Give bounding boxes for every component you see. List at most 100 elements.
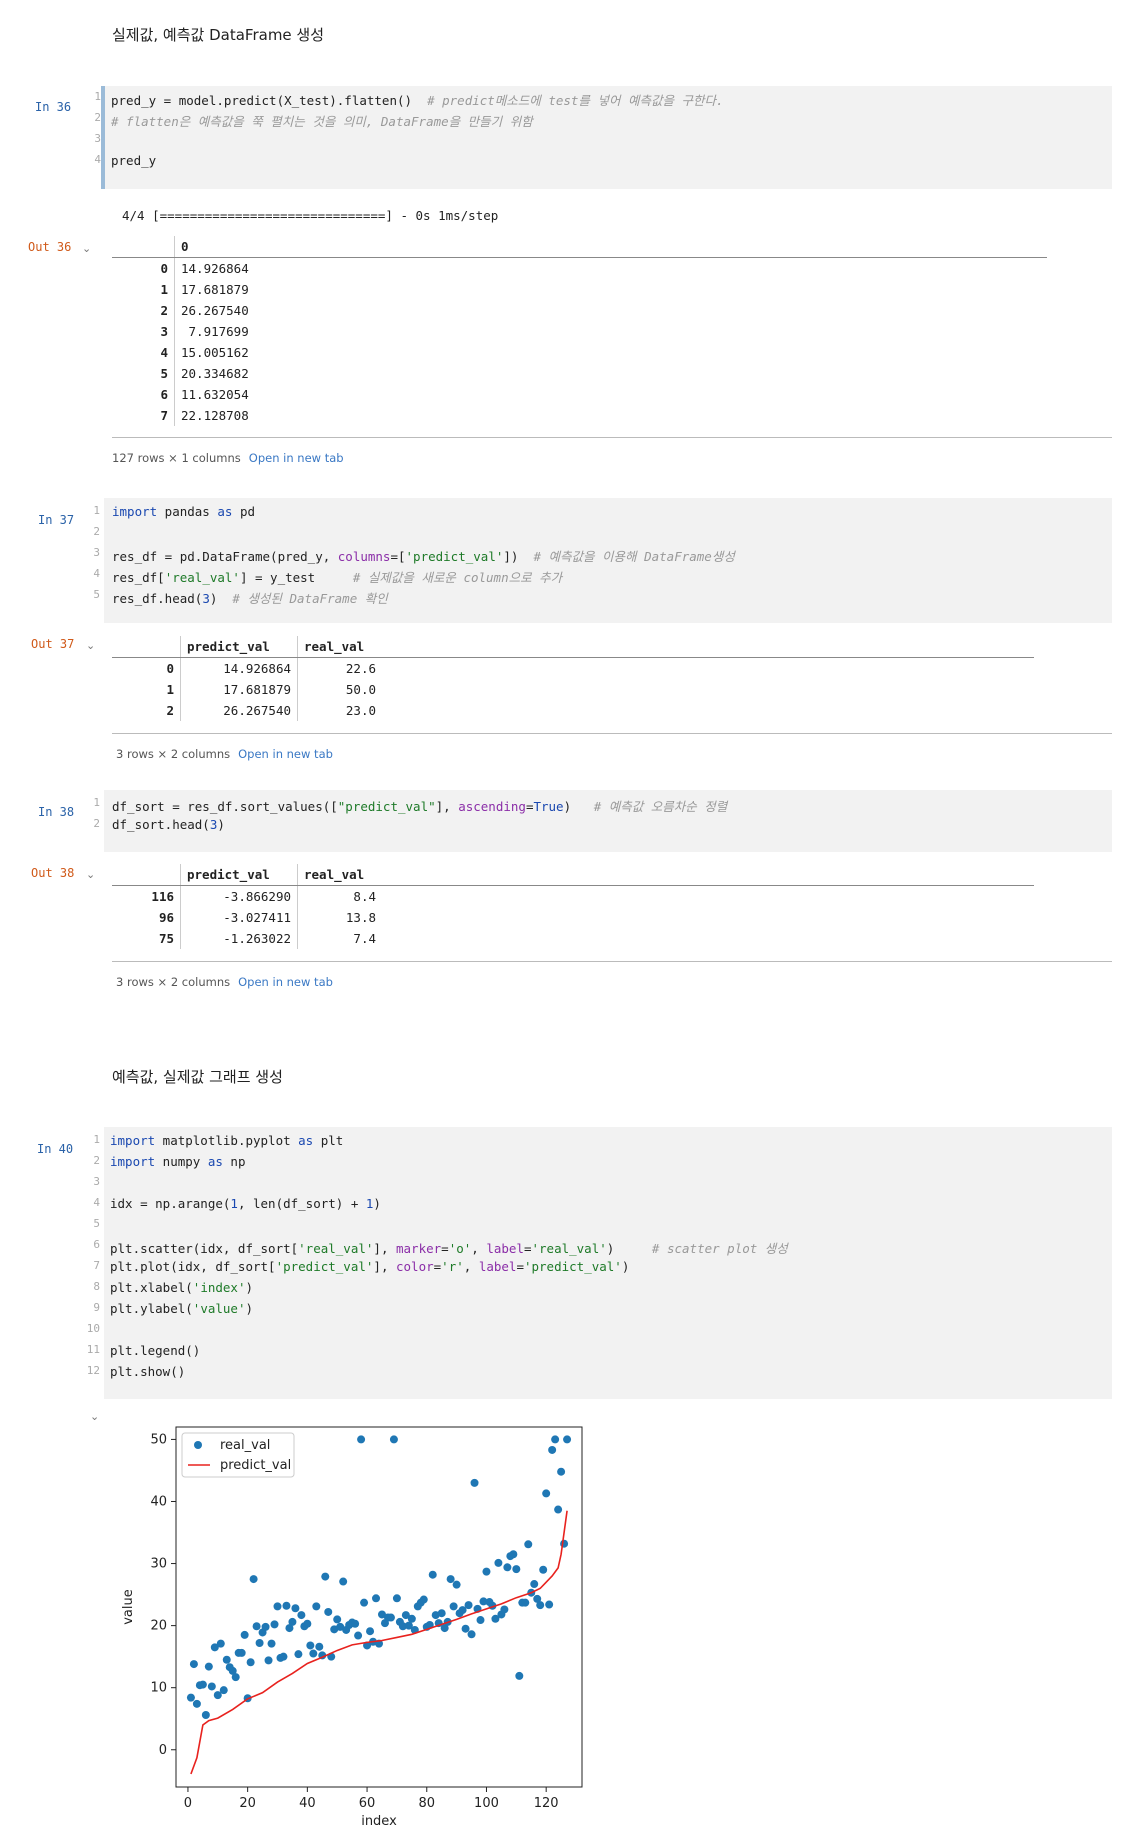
data-point (252, 1622, 261, 1631)
table-row: 1 17.681879 50.0 (112, 679, 1034, 700)
table-row: 2 26.267540 (112, 300, 1047, 321)
row-index: 4 (112, 342, 175, 363)
collapse-chevron-icon[interactable]: ⌄ (86, 868, 95, 881)
table-row: 7 22.128708 (112, 405, 1047, 426)
data-point (249, 1575, 258, 1584)
row-index: 0 (112, 257, 175, 279)
data-point (207, 1682, 216, 1691)
data-point (264, 1656, 273, 1665)
code-cell-40[interactable]: 1 2 3 4 5 6 7 8 9 10 11 12 import matplo… (87, 1127, 1112, 1399)
row-index: 3 (112, 321, 175, 342)
cell-value: 22.128708 (181, 408, 249, 423)
cell-out-prompt-38: Out 38 (31, 866, 75, 880)
data-point (354, 1631, 363, 1640)
collapse-chevron-icon[interactable]: ⌄ (86, 639, 95, 652)
cell-in-prompt-37: In 37 (38, 513, 75, 527)
data-point (470, 1478, 479, 1487)
code-line: res_df = pd.DataFrame(pred_y, columns=['… (112, 549, 735, 564)
cell-value: -1.263022 (180, 928, 298, 949)
data-point (294, 1650, 303, 1659)
row-index: 96 (112, 907, 181, 928)
table-row: 75 -1.263022 7.4 (112, 928, 1034, 949)
data-point (521, 1598, 530, 1607)
x-tick-label: 60 (359, 1796, 376, 1811)
row-index: 5 (112, 363, 175, 384)
open-in-new-tab-link[interactable]: Open in new tab (238, 975, 333, 989)
y-tick-label: 30 (150, 1557, 167, 1572)
table-row: 6 11.632054 (112, 384, 1047, 405)
table-footer-38: 3 rows × 2 columns Open in new tab (116, 975, 333, 989)
legend-label-predict: predict_val (220, 1458, 291, 1473)
data-point (509, 1550, 518, 1559)
data-point (312, 1602, 321, 1611)
code-line: plt.ylabel('value') (110, 1301, 254, 1316)
data-point (530, 1580, 539, 1589)
cell-value: 50.0 (345, 682, 376, 697)
collapse-chevron-icon[interactable]: ⌄ (90, 1410, 99, 1423)
y-tick-label: 20 (150, 1619, 167, 1634)
column-header: predict_val (180, 636, 298, 658)
data-point (389, 1435, 398, 1444)
data-point (237, 1648, 246, 1657)
code-line: idx = np.arange(1, len(df_sort) + 1) (110, 1196, 381, 1211)
row-index: 7 (112, 405, 175, 426)
data-point (216, 1639, 225, 1648)
data-point (464, 1601, 473, 1610)
code-cell-36[interactable]: 1 2 3 4 pred_y = model.predict(X_test).f… (94, 86, 1112, 189)
cell-out-prompt-36: Out 36 (28, 240, 72, 254)
data-point (557, 1467, 566, 1476)
code-line: plt.legend() (110, 1343, 201, 1358)
code-line: pred_y = model.predict(X_test).flatten()… (111, 93, 724, 108)
open-in-new-tab-link[interactable]: Open in new tab (238, 747, 333, 761)
data-point (288, 1617, 297, 1626)
data-point (536, 1601, 545, 1610)
x-tick-label: 100 (474, 1796, 499, 1811)
cell-value: 11.632054 (181, 387, 249, 402)
code-cell-37[interactable]: 1 2 3 4 5 import pandas as pd res_df = p… (93, 498, 1112, 623)
data-point (419, 1595, 428, 1604)
x-tick-label: 40 (299, 1796, 316, 1811)
open-in-new-tab-link[interactable]: Open in new tab (249, 451, 344, 465)
data-point (219, 1686, 228, 1695)
table-row: 116 -3.866290 8.4 (112, 885, 1034, 907)
data-point (512, 1565, 521, 1574)
data-point (204, 1662, 213, 1671)
row-index: 1 (112, 679, 181, 700)
markdown-heading-1: 실제값, 예측값 DataFrame 생성 (112, 26, 325, 44)
data-point (240, 1630, 249, 1639)
code-cell-38[interactable]: 1 2 df_sort = res_df.sort_values(["predi… (93, 790, 1112, 852)
scatter-line-chart: 0 20 40 60 80 100 120 0 10 20 30 40 50 index value real… (121, 1426, 583, 1825)
data-point (366, 1627, 375, 1636)
progress-output: 4/4 [==============================] - 0… (122, 208, 499, 223)
data-point (524, 1540, 533, 1549)
cell-value: -3.027411 (180, 907, 298, 928)
collapse-chevron-icon[interactable]: ⌄ (82, 242, 91, 255)
cell-in-prompt-36: In 36 (35, 100, 72, 114)
cell-in-prompt-38: In 38 (38, 805, 75, 819)
row-index: 116 (112, 885, 181, 907)
data-point (539, 1565, 548, 1574)
data-point (306, 1641, 315, 1650)
cell-value: 22.6 (345, 661, 376, 676)
data-point (386, 1613, 395, 1622)
row-index: 6 (112, 384, 175, 405)
data-point (500, 1605, 509, 1614)
table-row: 0 14.926864 22.6 (112, 657, 1034, 679)
code-line: df_sort.head(3) (112, 817, 225, 832)
x-tick-label: 120 (534, 1796, 559, 1811)
y-tick-label: 10 (150, 1681, 167, 1696)
code-line: plt.show() (110, 1364, 186, 1379)
data-point (452, 1580, 461, 1589)
column-header: predict_val (180, 864, 298, 886)
row-index: 2 (112, 700, 181, 721)
data-point (563, 1435, 572, 1444)
data-point (198, 1680, 207, 1689)
table-row: 4 15.005162 (112, 342, 1047, 363)
data-point (545, 1600, 554, 1609)
legend-marker-real (194, 1441, 202, 1449)
data-point (291, 1604, 300, 1613)
legend-label-real: real_val (220, 1438, 270, 1453)
data-point (467, 1630, 476, 1639)
column-header: 0 (174, 236, 255, 258)
data-point (192, 1699, 201, 1708)
